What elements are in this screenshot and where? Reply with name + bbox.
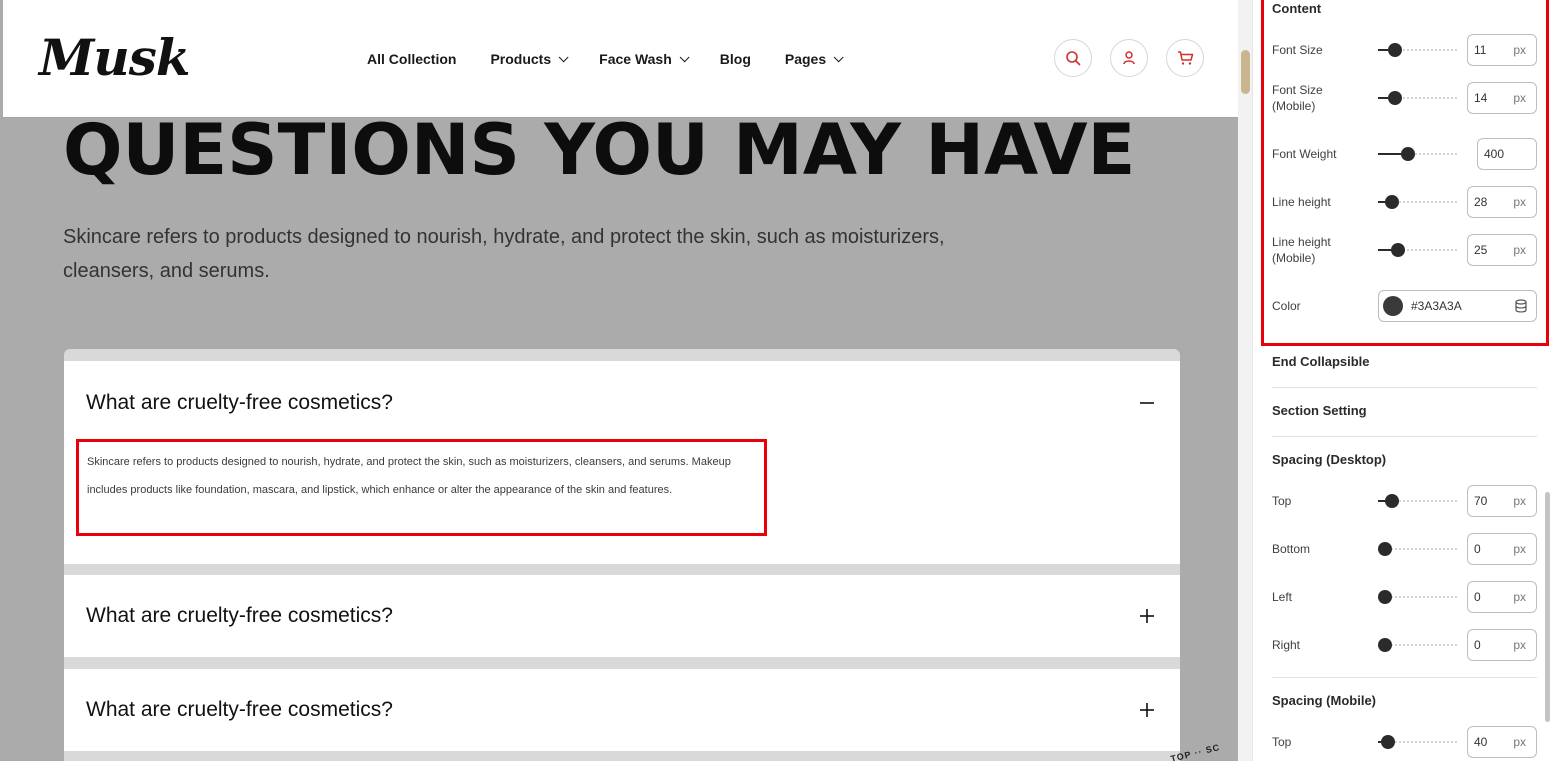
spacing-mobile-title: Spacing (Mobile) — [1272, 693, 1376, 708]
faq-question[interactable]: What are cruelty-free cosmetics? — [86, 391, 393, 415]
setting-slider[interactable] — [1378, 494, 1458, 508]
setting-label: Right — [1272, 638, 1301, 652]
faq-item[interactable]: What are cruelty-free cosmetics? — [64, 669, 1180, 751]
panel-scrollbar[interactable] — [1545, 492, 1550, 722]
divider — [1272, 387, 1537, 388]
site-logo[interactable]: Musk — [39, 28, 190, 87]
chevron-down-icon — [679, 51, 690, 62]
setting-unit: px — [1513, 735, 1526, 749]
slider-knob[interactable] — [1378, 638, 1392, 652]
end-collapsible-title[interactable]: End Collapsible — [1272, 354, 1370, 369]
user-icon — [1123, 51, 1135, 65]
section-title: QUESTIONS YOU MAY HAVE — [63, 109, 1136, 191]
plus-icon[interactable] — [1140, 609, 1154, 623]
slider-knob[interactable] — [1381, 735, 1396, 749]
setting-slider[interactable] — [1378, 542, 1458, 556]
preview-scrollbar[interactable] — [1238, 0, 1252, 761]
account-button[interactable] — [1110, 39, 1148, 77]
site-header: Musk All Collection Products Face Wash B… — [3, 0, 1249, 117]
setting-value[interactable]: 70 — [1474, 494, 1487, 508]
chevron-down-icon — [833, 51, 844, 62]
slider-knob[interactable] — [1384, 494, 1399, 508]
setting-value-input[interactable]: 40 px — [1467, 726, 1537, 758]
spacing-desktop-title: Spacing (Desktop) — [1272, 452, 1387, 467]
faq-question[interactable]: What are cruelty-free cosmetics? — [86, 604, 393, 628]
setting-slider[interactable] — [1378, 735, 1458, 749]
search-button[interactable] — [1054, 39, 1092, 77]
setting-label: Left — [1272, 590, 1293, 604]
nav-products[interactable]: Products — [490, 48, 569, 70]
setting-value-input[interactable]: 0 px — [1467, 629, 1537, 661]
setting-unit: px — [1513, 494, 1526, 508]
setting-label: Top — [1272, 735, 1292, 749]
setting-value-input[interactable]: 0 px — [1467, 581, 1537, 613]
nav-all-collection[interactable]: All Collection — [367, 48, 456, 70]
setting-unit: px — [1513, 542, 1526, 556]
cart-icon — [1177, 51, 1193, 65]
plus-icon[interactable] — [1140, 703, 1154, 717]
nav-blog[interactable]: Blog — [720, 48, 751, 70]
nav-pages[interactable]: Pages — [785, 48, 844, 70]
content-highlight-box — [1261, 0, 1549, 346]
setting-unit: px — [1513, 638, 1526, 652]
setting-slider[interactable] — [1378, 638, 1458, 652]
nav-face-wash[interactable]: Face Wash — [599, 48, 690, 70]
faq-answer-text: Skincare refers to products designed to … — [87, 456, 731, 496]
setting-value[interactable]: 0 — [1474, 638, 1481, 652]
divider — [1272, 677, 1537, 678]
page-preview: Musk All Collection Products Face Wash B… — [0, 0, 1252, 761]
cart-button[interactable] — [1166, 39, 1204, 77]
faq-question[interactable]: What are cruelty-free cosmetics? — [86, 698, 393, 722]
section-setting-title[interactable]: Section Setting — [1272, 403, 1367, 418]
section-intro: Skincare refers to products designed to … — [63, 226, 945, 282]
setting-value-input[interactable]: 0 px — [1467, 533, 1537, 565]
faq-answer: Skincare refers to products designed to … — [76, 439, 767, 536]
setting-value[interactable]: 40 — [1474, 735, 1487, 749]
main-nav: All Collection Products Face Wash Blog P… — [367, 48, 874, 70]
slider-knob[interactable] — [1378, 542, 1392, 556]
chevron-down-icon — [558, 51, 569, 62]
setting-unit: px — [1513, 590, 1526, 604]
setting-label: Bottom — [1272, 542, 1311, 556]
setting-value-input[interactable]: 70 px — [1467, 485, 1537, 517]
setting-label: Top — [1272, 494, 1292, 508]
faq-item[interactable]: What are cruelty-free cosmetics? — [64, 575, 1180, 657]
setting-slider[interactable] — [1378, 590, 1458, 604]
preview-scroll-thumb[interactable] — [1241, 50, 1250, 94]
slider-knob[interactable] — [1378, 590, 1392, 604]
minus-icon[interactable] — [1140, 396, 1154, 410]
setting-value[interactable]: 0 — [1474, 590, 1481, 604]
divider — [1272, 436, 1537, 437]
search-icon — [1066, 51, 1081, 66]
setting-value[interactable]: 0 — [1474, 542, 1481, 556]
